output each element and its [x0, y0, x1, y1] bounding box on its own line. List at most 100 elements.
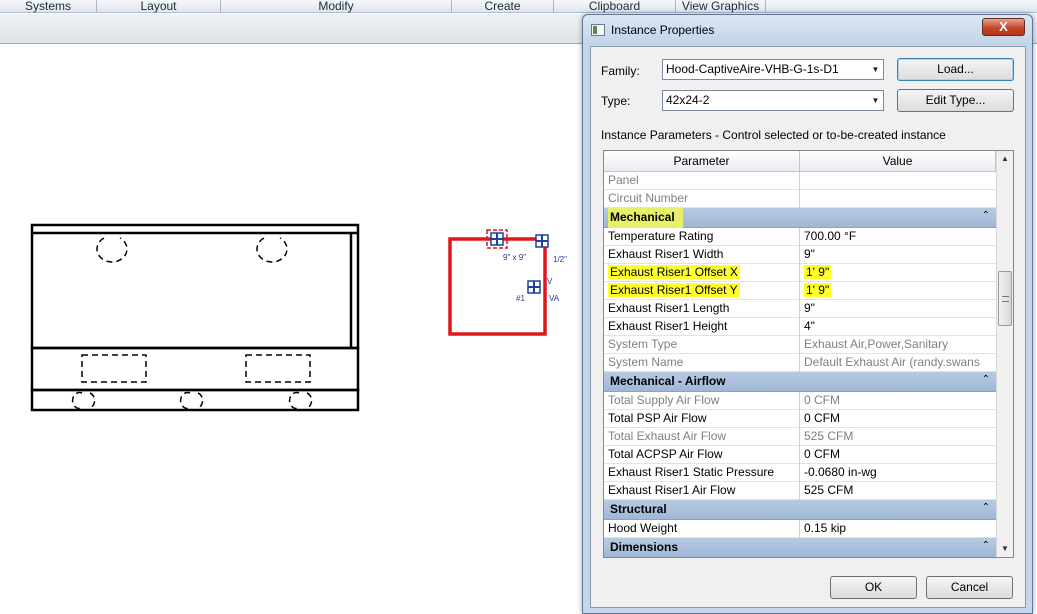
- close-button[interactable]: X: [982, 18, 1025, 36]
- parameter-value[interactable]: 0 CFM: [804, 410, 994, 427]
- instance-properties-dialog: Instance Properties X Family: Hood-Capti…: [582, 14, 1033, 614]
- parameter-name-text: Exhaust Riser1 Static Pressure: [608, 465, 775, 479]
- collapse-icon[interactable]: ⌃: [982, 374, 990, 385]
- property-row[interactable]: Temperature Rating 700.00 °F: [604, 228, 996, 246]
- group-name: Dimensions: [610, 540, 679, 554]
- parameter-value[interactable]: -0.0680 in-wg: [804, 464, 994, 481]
- column-divider: [799, 520, 800, 538]
- collapse-icon[interactable]: ⌃: [982, 210, 990, 221]
- parameter-value-text: 0 CFM: [804, 411, 840, 425]
- header-value[interactable]: Value: [800, 151, 996, 172]
- property-row[interactable]: Panel: [604, 172, 996, 190]
- parameter-name-text: Total ACPSP Air Flow: [608, 447, 723, 461]
- riser-number-label: #1: [516, 294, 525, 303]
- edit-type-button[interactable]: Edit Type...: [897, 89, 1014, 112]
- parameter-name: Exhaust Riser1 Offset X: [608, 264, 799, 281]
- property-row[interactable]: Circuit Number: [604, 190, 996, 208]
- parameter-name: Exhaust Riser1 Air Flow: [608, 482, 799, 499]
- parameter-value[interactable]: 700.00 °F: [804, 228, 994, 245]
- parameter-value[interactable]: [804, 190, 994, 207]
- property-row[interactable]: Exhaust Riser1 Offset X 1' 9": [604, 264, 996, 282]
- ribbon-tab-layout[interactable]: Layout: [97, 0, 221, 13]
- ok-button[interactable]: OK: [830, 576, 917, 599]
- parameter-value[interactable]: 1' 9": [804, 264, 994, 281]
- property-row[interactable]: Total ACPSP Air Flow 0 CFM: [604, 446, 996, 464]
- type-dropdown[interactable]: 42x24-2 ▼: [662, 90, 884, 111]
- grid-scrollbar[interactable]: ▲ ▼: [996, 151, 1013, 557]
- parameter-value-text: Default Exhaust Air (randy.swans: [804, 355, 980, 369]
- ribbon-tab-modify[interactable]: Modify: [221, 0, 452, 13]
- collapse-icon[interactable]: ⌃: [982, 502, 990, 513]
- group-header[interactable]: Mechanical - Airflow ⌃: [604, 372, 996, 392]
- parameter-value[interactable]: 4": [804, 318, 994, 335]
- riser-va-label: VA: [549, 294, 560, 303]
- parameter-name: Exhaust Riser1 Width: [608, 246, 799, 263]
- parameter-value-text: 1' 9": [804, 265, 832, 279]
- connector-icon-3[interactable]: [527, 280, 541, 294]
- parameter-name-text: Hood Weight: [608, 521, 678, 535]
- load-button[interactable]: Load...: [897, 58, 1014, 81]
- parameter-value-text: 700.00 °F: [804, 229, 857, 243]
- dialog-titlebar[interactable]: Instance Properties X: [583, 15, 1032, 45]
- group-name: Mechanical: [608, 208, 683, 228]
- ribbon-tab-create[interactable]: Create: [452, 0, 554, 13]
- ribbon-tab-clipboard[interactable]: Clipboard: [554, 0, 676, 13]
- scroll-down-icon[interactable]: ▼: [997, 541, 1013, 557]
- parameter-value[interactable]: 525 CFM: [804, 428, 994, 445]
- parameter-value[interactable]: 9": [804, 300, 994, 317]
- family-dropdown[interactable]: Hood-CaptiveAire-VHB-G-1s-D1 ▼: [662, 59, 884, 80]
- header-parameter[interactable]: Parameter: [604, 151, 800, 172]
- property-row[interactable]: Total Exhaust Air Flow 525 CFM: [604, 428, 996, 446]
- property-row[interactable]: Exhaust Riser1 Height 4": [604, 318, 996, 336]
- family-value: Hood-CaptiveAire-VHB-G-1s-D1: [666, 62, 839, 76]
- parameter-value-text: 0 CFM: [804, 393, 840, 407]
- property-row[interactable]: Exhaust Riser1 Static Pressure -0.0680 in…: [604, 464, 996, 482]
- parameter-value[interactable]: 9": [804, 246, 994, 263]
- chevron-down-icon: ▼: [871, 65, 880, 74]
- ribbon: Systems Layout Modify Create Clipboard V…: [0, 0, 1037, 13]
- column-divider: [799, 464, 800, 482]
- parameter-value[interactable]: Exhaust Air,Power,Sanitary: [804, 336, 994, 353]
- drawing-canvas[interactable]: 9" x 9" 1/2" V #1 VA: [0, 45, 585, 614]
- connector-icon-2[interactable]: [535, 234, 549, 248]
- parameter-name-text: System Name: [608, 355, 684, 369]
- parameter-value[interactable]: 0.15 kip: [804, 520, 994, 537]
- collapse-icon[interactable]: ⌃: [982, 540, 990, 551]
- parameter-value-text: 0 CFM: [804, 447, 840, 461]
- ribbon-tab-view-graphics[interactable]: View Graphics: [676, 0, 766, 13]
- parameter-name-text: Circuit Number: [608, 191, 689, 205]
- property-row[interactable]: Exhaust Riser1 Length 9": [604, 300, 996, 318]
- property-row[interactable]: System Name Default Exhaust Air (randy.sw…: [604, 354, 996, 372]
- property-row[interactable]: Hood Weight 0.15 kip: [604, 520, 996, 538]
- parameter-name: System Name: [608, 354, 799, 371]
- parameter-value-text: Exhaust Air,Power,Sanitary: [804, 337, 949, 351]
- parameter-value[interactable]: 1' 9": [804, 282, 994, 299]
- ribbon-tab-systems[interactable]: Systems: [0, 0, 97, 13]
- parameter-value[interactable]: Default Exhaust Air (randy.swans: [804, 354, 994, 371]
- parameter-value-text: 0.15 kip: [804, 521, 847, 535]
- scroll-thumb[interactable]: [998, 271, 1012, 326]
- parameter-value[interactable]: 0 CFM: [804, 392, 994, 409]
- group-header[interactable]: Structural ⌃: [604, 500, 996, 520]
- property-row[interactable]: Exhaust Riser1 Offset Y 1' 9": [604, 282, 996, 300]
- property-row[interactable]: Exhaust Riser1 Width 9": [604, 246, 996, 264]
- property-grid[interactable]: Parameter Value Panel Circuit Number Mecha…: [603, 150, 1014, 558]
- property-row[interactable]: System Type Exhaust Air,Power,Sanitary: [604, 336, 996, 354]
- group-header[interactable]: Dimensions ⌃: [604, 538, 996, 557]
- scroll-up-icon[interactable]: ▲: [997, 151, 1013, 167]
- property-row[interactable]: Total PSP Air Flow 0 CFM: [604, 410, 996, 428]
- column-divider: [799, 282, 800, 300]
- group-header[interactable]: Mechanical ⌃: [604, 208, 996, 228]
- parameter-value[interactable]: [804, 172, 994, 189]
- property-row[interactable]: Total Supply Air Flow 0 CFM: [604, 392, 996, 410]
- property-row[interactable]: Exhaust Riser1 Air Flow 525 CFM: [604, 482, 996, 500]
- parameter-name: System Type: [608, 336, 799, 353]
- cancel-button[interactable]: Cancel: [926, 576, 1013, 599]
- parameter-name-text: Temperature Rating: [608, 229, 714, 243]
- parameter-value-text: 9": [804, 301, 815, 315]
- riser-half-label: 1/2": [553, 255, 567, 264]
- parameter-value[interactable]: 525 CFM: [804, 482, 994, 499]
- group-name: Mechanical - Airflow: [610, 374, 726, 388]
- parameter-value[interactable]: 0 CFM: [804, 446, 994, 463]
- parameter-name: Exhaust Riser1 Height: [608, 318, 799, 335]
